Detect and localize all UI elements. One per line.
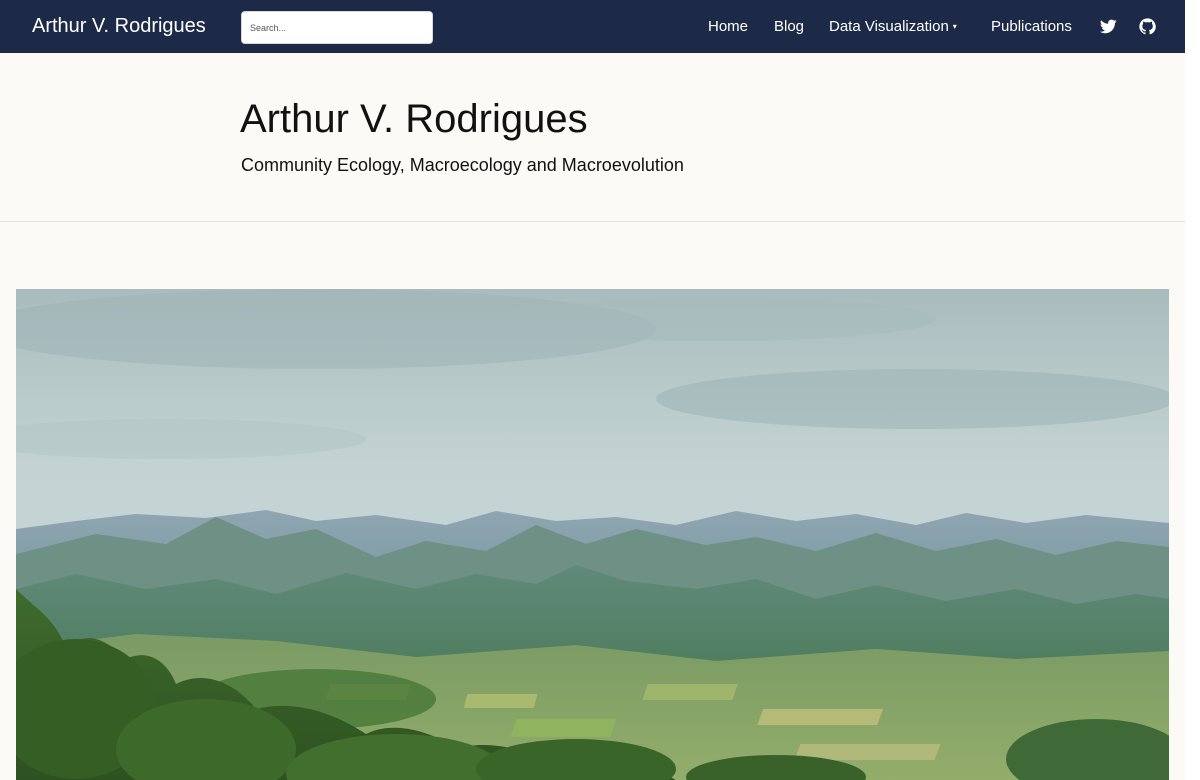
nav-data-visualization-dropdown[interactable]: Data Visualization ▾ bbox=[829, 17, 957, 37]
brand-link[interactable]: Arthur V. Rodrigues bbox=[32, 13, 206, 39]
github-icon[interactable] bbox=[1139, 18, 1156, 35]
nav-blog-link[interactable]: Blog bbox=[774, 17, 804, 37]
page-subtitle: Community Ecology, Macroecology and Macr… bbox=[241, 155, 684, 175]
twitter-icon[interactable] bbox=[1100, 18, 1117, 35]
search-box bbox=[241, 11, 433, 44]
page-header: Arthur V. Rodrigues Community Ecology, M… bbox=[0, 53, 1185, 222]
chevron-down-icon: ▾ bbox=[952, 22, 957, 31]
nav-publications-link[interactable]: Publications bbox=[991, 17, 1072, 37]
top-navbar: Arthur V. Rodrigues Home Blog Data Visua… bbox=[0, 0, 1185, 53]
nav-data-visualization-label: Data Visualization bbox=[829, 18, 949, 35]
page-title: Arthur V. Rodrigues bbox=[240, 97, 588, 141]
hero-landscape-image bbox=[16, 289, 1169, 780]
search-input[interactable] bbox=[241, 11, 433, 44]
right-gutter bbox=[1185, 0, 1200, 780]
nav-home-link[interactable]: Home bbox=[708, 17, 748, 37]
